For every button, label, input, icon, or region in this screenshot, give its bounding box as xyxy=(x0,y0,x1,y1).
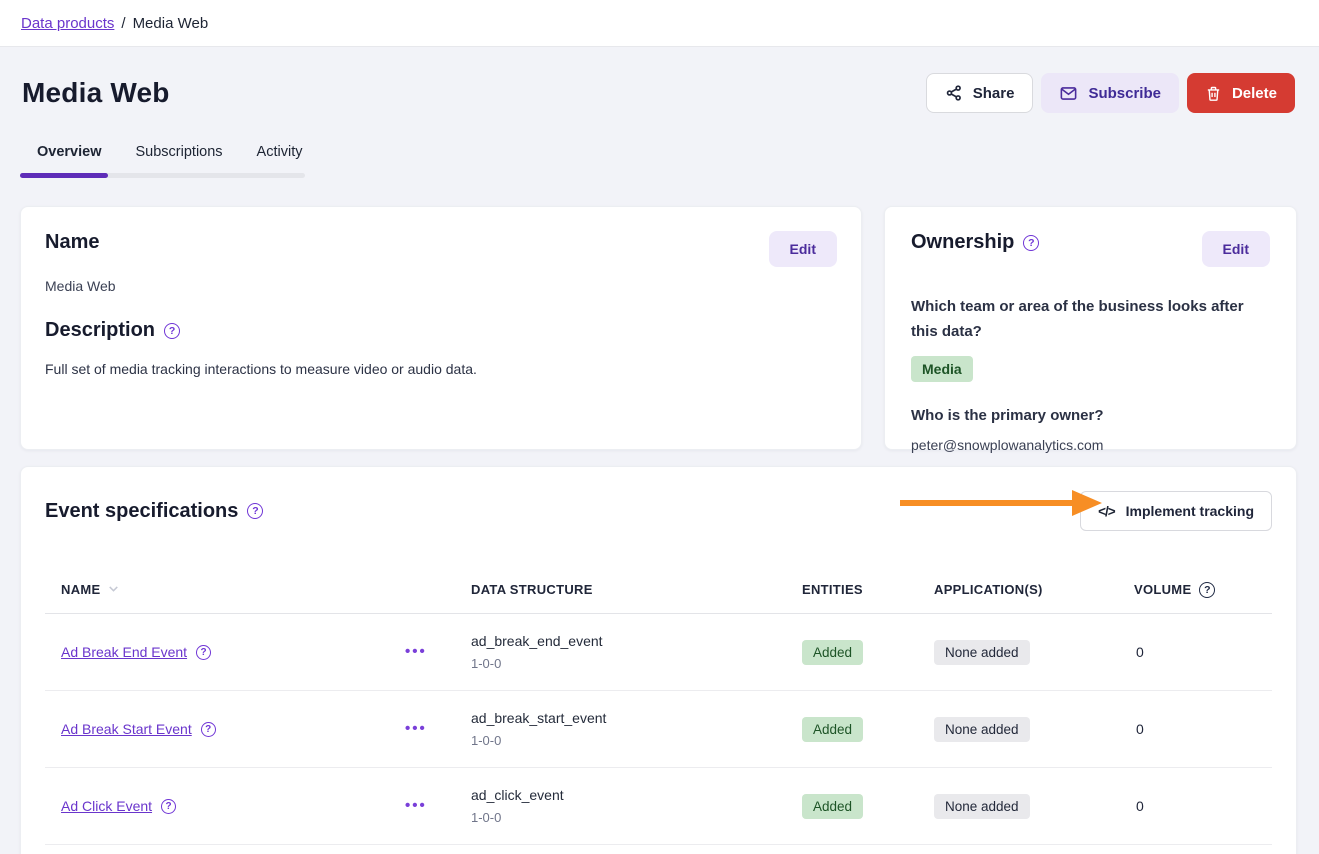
name-edit-button[interactable]: Edit xyxy=(769,231,837,267)
column-header-applications: APPLICATION(S) xyxy=(934,582,1134,597)
column-header-entities: ENTITIES xyxy=(802,582,934,597)
event-spec-help-icon[interactable]: ? xyxy=(196,645,211,660)
name-card: Name Edit Media Web Description ? Full s… xyxy=(20,206,862,450)
breadcrumb-separator: / xyxy=(121,15,125,32)
breadcrumb-current: Media Web xyxy=(133,15,209,32)
tab-activity[interactable]: Activity xyxy=(240,139,320,165)
delete-button-label: Delete xyxy=(1232,85,1277,102)
ownership-help-icon[interactable]: ? xyxy=(1023,235,1039,251)
data-structure-name: ad_break_start_event xyxy=(471,710,802,726)
data-structure-version: 1-0-0 xyxy=(471,810,802,825)
volume-value: 0 xyxy=(1134,644,1272,660)
tab-subscriptions[interactable]: Subscriptions xyxy=(119,139,240,165)
name-value: Media Web xyxy=(45,278,837,294)
description-title: Description ? xyxy=(45,319,837,342)
delete-button[interactable]: Delete xyxy=(1187,73,1295,113)
event-specifications-card: Event specifications ? </> Implement tra… xyxy=(20,466,1297,854)
row-actions-menu-button[interactable]: ••• xyxy=(405,797,427,814)
table-row: Ad Break End Event ? ••• ad_break_end_ev… xyxy=(45,614,1272,691)
tab-overview[interactable]: Overview xyxy=(20,139,119,165)
name-card-title: Name xyxy=(45,231,99,254)
event-spec-table-body: Ad Break End Event ? ••• ad_break_end_ev… xyxy=(45,614,1272,845)
event-specifications-title: Event specifications ? xyxy=(45,500,263,523)
breadcrumb-link-data-products[interactable]: Data products xyxy=(21,15,114,32)
active-tab-indicator xyxy=(20,173,108,178)
volume-help-icon[interactable]: ? xyxy=(1199,582,1215,598)
event-specifications-help-icon[interactable]: ? xyxy=(247,503,263,519)
event-spec-link[interactable]: Ad Break Start Event xyxy=(61,721,192,737)
subscribe-button-label: Subscribe xyxy=(1088,85,1161,102)
column-header-data-structure: DATA STRUCTURE xyxy=(471,582,802,597)
owner-question: Who is the primary owner? xyxy=(911,407,1270,424)
owner-email: peter@snowplowanalytics.com xyxy=(911,437,1270,453)
event-spec-help-icon[interactable]: ? xyxy=(161,799,176,814)
event-spec-table-header: NAME DATA STRUCTURE ENTITIES APPLICATION… xyxy=(45,566,1272,614)
description-text: Full set of media tracking interactions … xyxy=(45,361,837,377)
code-icon: </> xyxy=(1098,504,1115,519)
share-button[interactable]: Share xyxy=(926,73,1034,113)
row-actions-menu-button[interactable]: ••• xyxy=(405,643,427,660)
implement-tracking-label: Implement tracking xyxy=(1126,503,1254,519)
tab-track xyxy=(20,173,305,178)
team-badge: Media xyxy=(911,356,973,382)
ownership-card: Ownership ? Edit Which team or area of t… xyxy=(884,206,1297,450)
breadcrumb: Data products / Media Web xyxy=(21,15,208,32)
ownership-edit-button[interactable]: Edit xyxy=(1202,231,1270,267)
implement-tracking-button[interactable]: </> Implement tracking xyxy=(1080,491,1272,531)
share-icon xyxy=(945,84,963,102)
data-structure-version: 1-0-0 xyxy=(471,733,802,748)
subscribe-button[interactable]: Subscribe xyxy=(1041,73,1179,113)
column-header-volume: VOLUME ? xyxy=(1134,582,1272,598)
volume-value: 0 xyxy=(1134,798,1272,814)
description-help-icon[interactable]: ? xyxy=(164,323,180,339)
entities-badge: Added xyxy=(802,640,863,665)
tab-bar: Overview Subscriptions Activity xyxy=(20,139,305,178)
column-header-name[interactable]: NAME xyxy=(45,581,391,599)
event-spec-link[interactable]: Ad Click Event xyxy=(61,798,152,814)
header-actions: Share Subscribe xyxy=(926,73,1295,113)
data-structure-name: ad_click_event xyxy=(471,787,802,803)
event-spec-table: NAME DATA STRUCTURE ENTITIES APPLICATION… xyxy=(45,566,1272,845)
event-spec-help-icon[interactable]: ? xyxy=(201,722,216,737)
ownership-card-title: Ownership ? xyxy=(911,231,1039,254)
applications-badge: None added xyxy=(934,794,1030,819)
entities-badge: Added xyxy=(802,794,863,819)
envelope-icon xyxy=(1059,84,1078,103)
data-structure-name: ad_break_end_event xyxy=(471,633,802,649)
applications-badge: None added xyxy=(934,640,1030,665)
event-spec-link[interactable]: Ad Break End Event xyxy=(61,644,187,660)
share-button-label: Share xyxy=(973,85,1015,102)
team-question: Which team or area of the business looks… xyxy=(911,294,1270,344)
table-row: Ad Click Event ? ••• ad_click_event 1-0-… xyxy=(45,768,1272,845)
chevron-down-icon[interactable] xyxy=(106,581,121,599)
page-title: Media Web xyxy=(22,77,170,109)
row-actions-menu-button[interactable]: ••• xyxy=(405,720,427,737)
applications-badge: None added xyxy=(934,717,1030,742)
top-bar: Data products / Media Web xyxy=(0,0,1319,47)
volume-value: 0 xyxy=(1134,721,1272,737)
trash-icon xyxy=(1205,85,1222,102)
table-row: Ad Break Start Event ? ••• ad_break_star… xyxy=(45,691,1272,768)
main-content: Media Web Share Subscribe xyxy=(0,73,1319,854)
data-structure-version: 1-0-0 xyxy=(471,656,802,671)
entities-badge: Added xyxy=(802,717,863,742)
